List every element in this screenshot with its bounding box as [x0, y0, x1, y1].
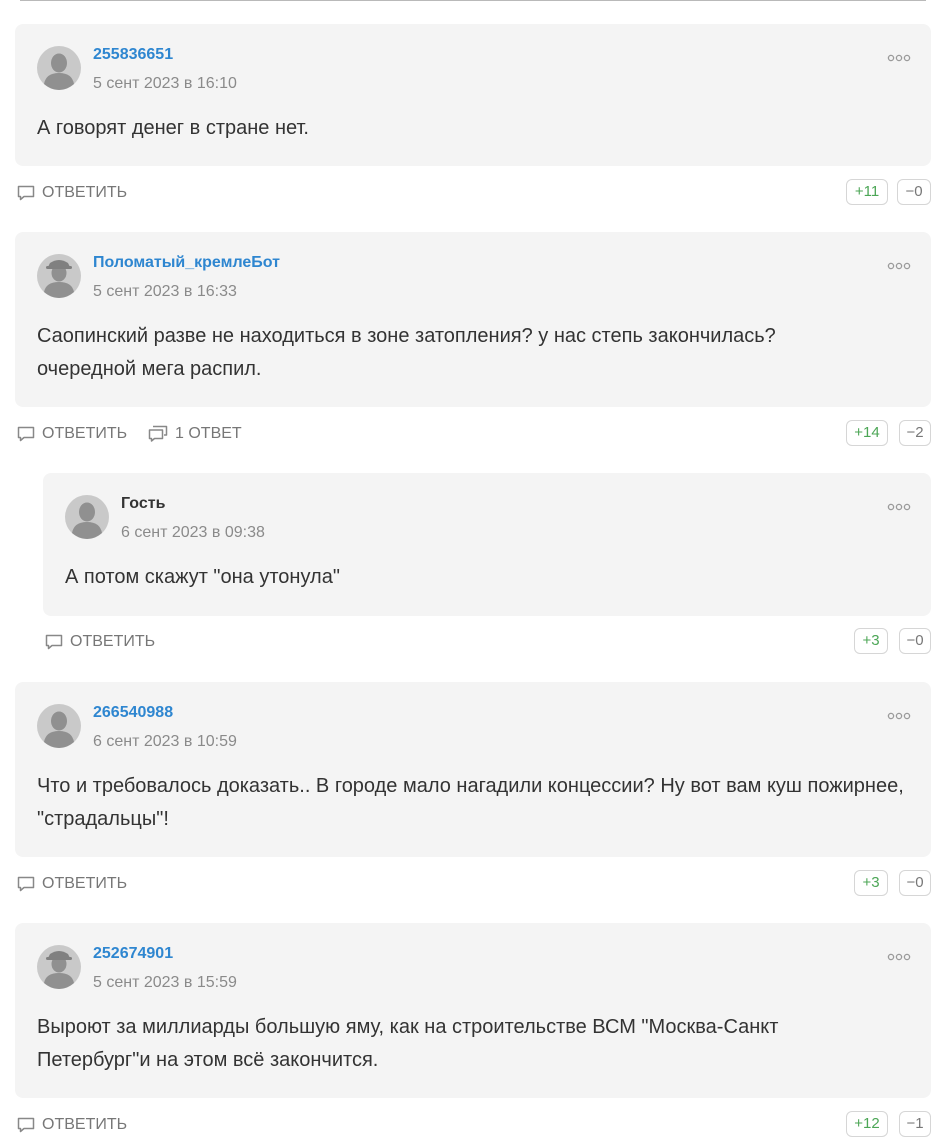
reply-label: ОТВЕТИТЬ — [42, 875, 128, 892]
comment-actions: ОТВЕТИТЬ +11 −0 — [16, 179, 931, 207]
downvote-button[interactable]: −2 — [899, 420, 931, 446]
chat-bubble-icon — [44, 632, 64, 652]
avatar-icon[interactable] — [37, 46, 81, 90]
avatar-icon[interactable] — [65, 495, 109, 539]
reply-button[interactable]: ОТВЕТИТЬ — [16, 1111, 127, 1139]
avatar-icon[interactable] — [37, 945, 81, 989]
comment-text: А потом скажут "она утонула" — [65, 566, 340, 588]
comment-text: А говорят денег в стране нет. — [37, 117, 309, 139]
upvote-button[interactable]: +14 — [846, 420, 888, 446]
comment-actions: ОТВЕТИТЬ 1 ОТВЕТ +14 −2 — [16, 420, 931, 448]
upvote-button[interactable]: +12 — [846, 1111, 888, 1137]
comment-card: 255836651 5 сент 2023 в 16:10 А говорят … — [15, 24, 931, 166]
comment-actions: ОТВЕТИТЬ +3 −0 — [16, 870, 931, 898]
upvote-button[interactable]: +3 — [854, 628, 888, 654]
reply-card: Гость 6 сент 2023 в 09:38 А потом скажут… — [43, 473, 931, 616]
downvote-button[interactable]: −1 — [899, 1111, 931, 1137]
comment-text: Выроют за миллиарды большую яму, как на … — [37, 1016, 779, 1071]
chat-replies-icon — [147, 424, 169, 444]
chat-bubble-icon — [16, 183, 36, 203]
comment-author[interactable]: 252674901 — [93, 945, 173, 963]
downvote-button[interactable]: −0 — [899, 628, 931, 654]
reply-button[interactable]: ОТВЕТИТЬ — [16, 420, 127, 448]
more-options-icon[interactable] — [887, 262, 911, 270]
reply-button[interactable]: ОТВЕТИТЬ — [16, 179, 127, 207]
reply-label: ОТВЕТИТЬ — [42, 184, 128, 201]
comment-date: 5 сент 2023 в 15:59 — [93, 974, 237, 991]
reply-label: ОТВЕТИТЬ — [70, 633, 156, 650]
avatar-icon[interactable] — [37, 254, 81, 298]
more-options-icon[interactable] — [887, 953, 911, 961]
reply-button[interactable]: ОТВЕТИТЬ — [16, 870, 127, 898]
reply-label: ОТВЕТИТЬ — [42, 425, 128, 442]
replies-count-label: 1 ОТВЕТ — [175, 425, 242, 442]
replies-count-button[interactable]: 1 ОТВЕТ — [147, 420, 242, 448]
more-options-icon[interactable] — [887, 503, 911, 511]
comment-actions: ОТВЕТИТЬ +3 −0 — [44, 628, 931, 656]
reply-button[interactable]: ОТВЕТИТЬ — [44, 628, 155, 656]
comment-date: 6 сент 2023 в 10:59 — [93, 733, 237, 750]
comment-text: Что и требовалось доказать.. В городе ма… — [37, 775, 904, 830]
upvote-button[interactable]: +3 — [854, 870, 888, 896]
downvote-button[interactable]: −0 — [897, 179, 931, 205]
downvote-button[interactable]: −0 — [899, 870, 931, 896]
chat-bubble-icon — [16, 424, 36, 444]
chat-bubble-icon — [16, 1115, 36, 1135]
comment-card: Поломатый_кремлеБот 5 сент 2023 в 16:33 … — [15, 232, 931, 407]
more-options-icon[interactable] — [887, 712, 911, 720]
reply-label: ОТВЕТИТЬ — [42, 1116, 128, 1133]
avatar-icon[interactable] — [37, 704, 81, 748]
divider — [20, 0, 926, 1]
comment-actions: ОТВЕТИТЬ +12 −1 — [16, 1111, 931, 1139]
comment-author[interactable]: 266540988 — [93, 704, 173, 722]
comment-date: 5 сент 2023 в 16:10 — [93, 75, 237, 92]
comment-date: 5 сент 2023 в 16:33 — [93, 283, 237, 300]
comment-card: 266540988 6 сент 2023 в 10:59 Что и треб… — [15, 682, 931, 857]
upvote-button[interactable]: +11 — [846, 179, 888, 205]
comment-card: 252674901 5 сент 2023 в 15:59 Выроют за … — [15, 923, 931, 1098]
more-options-icon[interactable] — [887, 54, 911, 62]
comment-text: Саопинский разве не находиться в зоне за… — [37, 325, 776, 380]
comment-date: 6 сент 2023 в 09:38 — [121, 524, 265, 541]
chat-bubble-icon — [16, 874, 36, 894]
comment-author[interactable]: 255836651 — [93, 46, 173, 64]
comment-author[interactable]: Поломатый_кремлеБот — [93, 254, 280, 272]
comment-author: Гость — [121, 495, 166, 512]
